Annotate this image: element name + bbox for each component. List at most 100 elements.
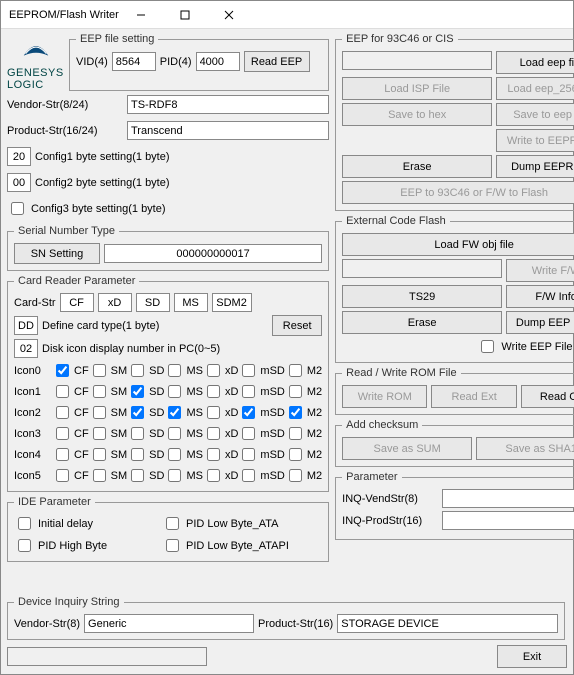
- icon-checkbox[interactable]: [207, 427, 220, 440]
- erase-flash-button[interactable]: Erase: [342, 311, 502, 334]
- read-eep-button[interactable]: Read EEP: [244, 51, 310, 72]
- inq-vendstr-input[interactable]: [442, 489, 574, 508]
- vid-input[interactable]: [112, 52, 156, 71]
- fw-info-button[interactable]: F/W Info: [506, 285, 574, 308]
- icon-checkbox[interactable]: [289, 469, 302, 482]
- icon-checkbox[interactable]: [93, 427, 106, 440]
- icon-checkbox[interactable]: [93, 385, 106, 398]
- icon-checkbox[interactable]: [207, 469, 220, 482]
- icon-checkbox[interactable]: [289, 427, 302, 440]
- minimize-button[interactable]: [119, 2, 163, 28]
- icon-checkbox[interactable]: [207, 385, 220, 398]
- icon-checkbox[interactable]: [168, 469, 181, 482]
- icon-checkbox[interactable]: [56, 469, 69, 482]
- vendor-str-input[interactable]: [127, 95, 329, 114]
- dev-vendor-input[interactable]: [84, 614, 254, 633]
- icon-checkbox[interactable]: [242, 427, 255, 440]
- icon-checkbox[interactable]: [131, 406, 144, 419]
- card-reader-group: Card Reader Parameter Card-Str Define ca…: [7, 275, 329, 492]
- icon-checkbox[interactable]: [93, 469, 106, 482]
- icon-checkbox[interactable]: [168, 364, 181, 377]
- ide-pid-low-atapi-checkbox[interactable]: [166, 539, 179, 552]
- inq-prodstr-input[interactable]: [442, 511, 574, 530]
- dd-input[interactable]: [14, 316, 38, 335]
- eep-to-93c46-button[interactable]: EEP to 93C46 or F/W to Flash: [342, 181, 574, 204]
- icon-checkbox[interactable]: [168, 448, 181, 461]
- status-display: [7, 647, 207, 666]
- card-cf-input[interactable]: [60, 293, 94, 312]
- load-isp-button[interactable]: Load ISP File: [342, 77, 492, 100]
- save-eep-button[interactable]: Save to eep file: [496, 103, 574, 126]
- write-fw-button[interactable]: Write F/W: [506, 259, 574, 282]
- icon-checkbox[interactable]: [207, 448, 220, 461]
- icon-checkbox[interactable]: [93, 448, 106, 461]
- write-rom-button[interactable]: Write ROM: [342, 385, 427, 408]
- card-ms-input[interactable]: [174, 293, 208, 312]
- pid-input[interactable]: [196, 52, 240, 71]
- ide-group: IDE Parameter Initial delay PID Low Byte…: [7, 496, 329, 562]
- icon-checkbox[interactable]: [56, 364, 69, 377]
- dump-eep-data-button[interactable]: Dump EEP Data: [506, 311, 574, 334]
- icon-checkbox[interactable]: [168, 385, 181, 398]
- icon-checkbox[interactable]: [168, 427, 181, 440]
- icon-checkbox[interactable]: [93, 406, 106, 419]
- icon-checkbox[interactable]: [242, 385, 255, 398]
- dump-eeprom-button[interactable]: Dump EEPROM: [496, 155, 574, 178]
- save-sum-button[interactable]: Save as SUM: [342, 437, 472, 460]
- icon-checkbox[interactable]: [168, 406, 181, 419]
- save-hex-button[interactable]: Save to hex: [342, 103, 492, 126]
- config2-label: Config2 byte setting(1 byte): [35, 177, 170, 189]
- icon-checkbox[interactable]: [242, 364, 255, 377]
- window-title: EEPROM/Flash Writer: [9, 9, 119, 21]
- card-xd-input[interactable]: [98, 293, 132, 312]
- icon-checkbox[interactable]: [207, 406, 220, 419]
- icon-checkbox[interactable]: [289, 448, 302, 461]
- icon-checkbox[interactable]: [207, 364, 220, 377]
- icon-checkbox[interactable]: [242, 469, 255, 482]
- dev-product-input[interactable]: [337, 614, 558, 633]
- product-str-input[interactable]: [127, 121, 329, 140]
- icon-checkbox[interactable]: [242, 448, 255, 461]
- config2-input[interactable]: [7, 173, 31, 192]
- icon-checkbox[interactable]: [131, 385, 144, 398]
- config1-input[interactable]: [7, 147, 31, 166]
- icon-checkbox[interactable]: [56, 427, 69, 440]
- erase-eep-button[interactable]: Erase: [342, 155, 492, 178]
- icon-checkbox[interactable]: [56, 448, 69, 461]
- icon-checkbox[interactable]: [242, 406, 255, 419]
- icon-checkbox[interactable]: [131, 427, 144, 440]
- reset-button[interactable]: Reset: [272, 315, 322, 336]
- ide-pid-low-ata-checkbox[interactable]: [166, 517, 179, 530]
- icon-checkbox[interactable]: [289, 406, 302, 419]
- icon-checkbox[interactable]: [289, 385, 302, 398]
- ide-pid-high-checkbox[interactable]: [18, 539, 31, 552]
- disk-icon-input[interactable]: [14, 339, 38, 358]
- card-sd-input[interactable]: [136, 293, 170, 312]
- load-fw-button[interactable]: Load FW obj file: [342, 233, 574, 256]
- icon-grid: Icon0CFSMSDMSxDmSDM2Icon1CFSMSDMSxDmSDM2…: [14, 361, 322, 485]
- icon-checkbox[interactable]: [131, 469, 144, 482]
- config3-checkbox[interactable]: [11, 202, 24, 215]
- load-eep256-button[interactable]: Load eep_256 file: [496, 77, 574, 100]
- sn-value-input[interactable]: [104, 244, 322, 263]
- maximize-button[interactable]: [163, 2, 207, 28]
- icon-checkbox[interactable]: [56, 406, 69, 419]
- icon-row-label: Icon2: [14, 403, 52, 422]
- icon-checkbox[interactable]: [131, 448, 144, 461]
- ide-initial-delay-checkbox[interactable]: [18, 517, 31, 530]
- icon-checkbox[interactable]: [93, 364, 106, 377]
- card-sdm2-input[interactable]: [212, 293, 252, 312]
- ts29-button[interactable]: TS29: [342, 285, 502, 308]
- close-button[interactable]: [207, 2, 251, 28]
- write-eep-fw-checkbox[interactable]: [481, 340, 494, 353]
- write-eeprom-button[interactable]: Write to EEPROM: [496, 129, 574, 152]
- save-sha1-button[interactable]: Save as SHA1: [476, 437, 574, 460]
- sn-setting-button[interactable]: SN Setting: [14, 243, 100, 264]
- icon-checkbox[interactable]: [131, 364, 144, 377]
- load-eep-button[interactable]: Load eep file: [496, 51, 574, 74]
- exit-button[interactable]: Exit: [497, 645, 567, 668]
- read-cur-button[interactable]: Read Cur: [521, 385, 574, 408]
- icon-checkbox[interactable]: [56, 385, 69, 398]
- read-ext-button[interactable]: Read Ext: [431, 385, 516, 408]
- icon-checkbox[interactable]: [289, 364, 302, 377]
